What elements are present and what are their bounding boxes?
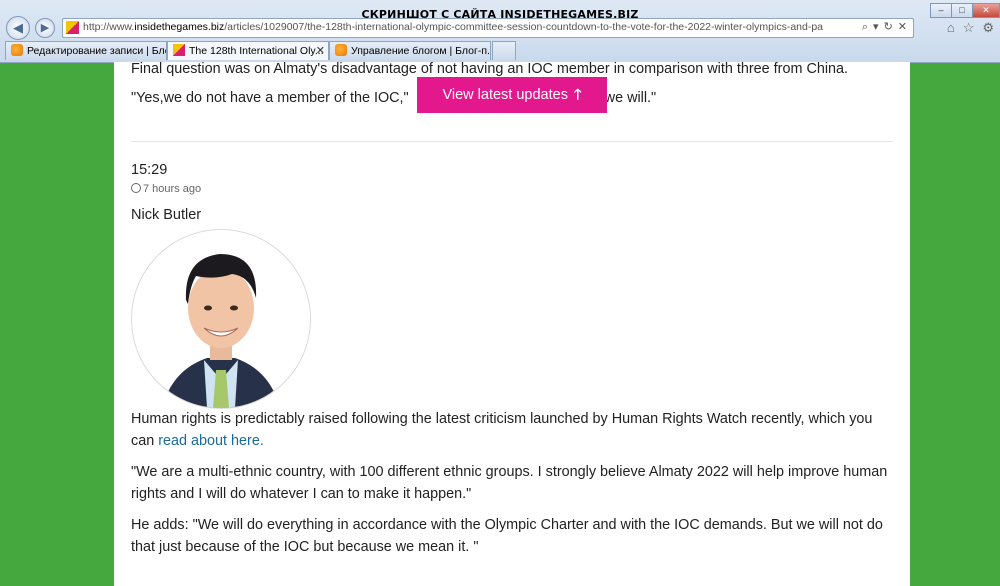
dropdown-icon[interactable]: ▾: [873, 21, 879, 33]
address-tools: ⌕ ▾ ↻ ✕: [857, 20, 907, 34]
toolbar-icons: ⌂ ☆ ⚙: [939, 20, 994, 36]
forward-button[interactable]: ▶: [35, 18, 55, 38]
search-icon[interactable]: ⌕: [862, 21, 868, 33]
author-avatar: [131, 229, 311, 409]
arrow-up-icon: 🡑: [573, 87, 582, 103]
read-about-link[interactable]: read about here.: [158, 433, 264, 449]
author-name: Nick Butler: [131, 207, 202, 223]
article-page: Final question was on Almaty's disadvant…: [114, 61, 910, 586]
refresh-icon[interactable]: ↻: [884, 21, 893, 33]
view-latest-updates-button[interactable]: View latest updates 🡑: [417, 77, 607, 113]
paragraph-human-rights: Human rights is predictably raised follo…: [131, 411, 873, 449]
paragraph-quote: "We are a multi-ethnic country, with 100…: [131, 464, 888, 502]
blog-icon: [11, 44, 23, 56]
back-button[interactable]: ◀: [6, 16, 30, 40]
update-age: 7 hours ago: [131, 183, 201, 195]
site-favicon-icon: [66, 21, 79, 34]
url-text[interactable]: http://www.insidethegames.biz/articles/1…: [83, 21, 823, 33]
browser-chrome: СКРИНШОТ С САЙТА INSIDETHEGAMES.BIZ – □ ✕ …: [0, 0, 1000, 63]
address-bar[interactable]: http://www.insidethegames.biz/articles/1…: [62, 18, 914, 38]
tab-strip: Редактирование записи | Блог... The 128t…: [0, 40, 1000, 60]
maximize-button[interactable]: □: [951, 3, 973, 18]
settings-gear-icon[interactable]: ⚙: [982, 20, 994, 35]
favorites-star-icon[interactable]: ☆: [963, 20, 975, 35]
stop-icon[interactable]: ✕: [898, 21, 907, 33]
divider: [131, 141, 893, 142]
close-window-button[interactable]: ✕: [972, 3, 1000, 18]
update-time: 15:29: [131, 162, 168, 178]
window-controls: – □ ✕: [930, 0, 1000, 18]
paragraph-adds: He adds: "We will do everything in accor…: [131, 517, 883, 555]
home-icon[interactable]: ⌂: [947, 20, 955, 35]
site-icon: [173, 44, 185, 56]
clock-icon: [131, 183, 141, 193]
minimize-button[interactable]: –: [930, 3, 952, 18]
blog-icon: [335, 44, 347, 56]
